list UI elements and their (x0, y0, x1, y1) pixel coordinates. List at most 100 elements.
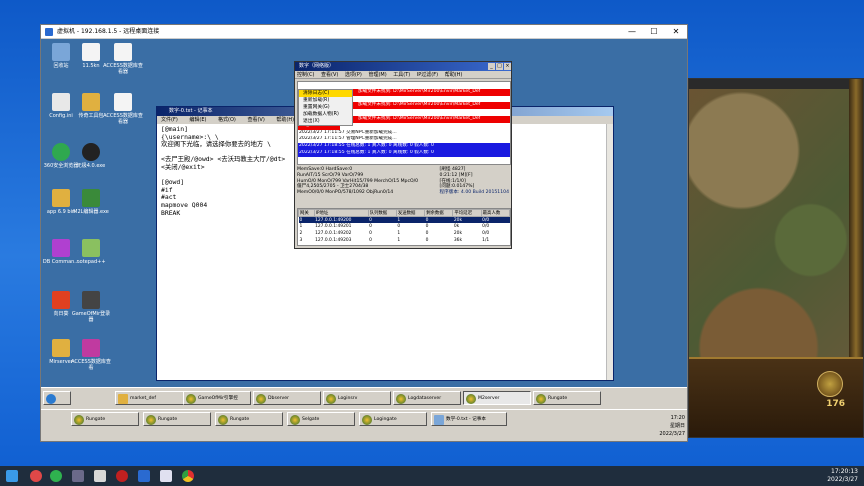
notepad-menu-help[interactable]: 帮助(H) (276, 117, 294, 123)
server-menu-ipfilter[interactable]: IP过滤(F) (417, 72, 438, 78)
app-icon (256, 394, 266, 404)
notepad-menu-edit[interactable]: 编辑(E) (189, 117, 206, 123)
server-title: 数字（网络版） (299, 63, 335, 69)
taskbar-btn-rungate-1[interactable]: Rungate (71, 412, 139, 426)
table-row[interactable]: 1 127.0.0.1:49201 0 0 0 0k 0/0 (299, 223, 510, 230)
server-menu-manage[interactable]: 管理(M) (368, 72, 386, 78)
col-header[interactable]: 网关 (298, 209, 315, 217)
server-menu-control[interactable]: 控制(C) (297, 72, 314, 78)
desktop-icon-access-viewer[interactable]: ACCESS数据库查看 (71, 339, 111, 371)
notepad-menu-format[interactable]: 格式(O) (218, 117, 236, 123)
app-icon (536, 394, 546, 404)
app-icon (186, 394, 196, 404)
menu-item-load-npc[interactable]: 加载数据人物(R) (299, 111, 352, 118)
server-maximize-button[interactable]: □ (496, 63, 503, 70)
desktop-icon-launcher[interactable]: GameOfMir登录器 (71, 291, 111, 323)
menu-item-clear-log[interactable]: 清除日志(C) (299, 90, 352, 97)
server-menu-options[interactable]: 选项(P) (345, 72, 362, 78)
app-icon[interactable] (160, 470, 172, 482)
close-button[interactable]: ✕ (665, 25, 687, 39)
record-icon[interactable] (116, 470, 128, 482)
dragon-icon (82, 291, 100, 309)
taskbar-btn-rungate-3[interactable]: Rungate (215, 412, 283, 426)
notepad-menu-view[interactable]: 查看(V) (247, 117, 264, 123)
gateway-table[interactable]: 网关 IP地址 队列数据 发送数据 剩余数据 平均延迟 最高人数 0 127.0.… (297, 208, 511, 246)
maximize-button[interactable]: ☐ (643, 25, 665, 39)
taskbar-btn-logdataserver[interactable]: Logdataserver (393, 391, 461, 405)
sunlogin-icon (52, 291, 70, 309)
access-viewer-icon (82, 339, 100, 357)
desktop-icon-access-2[interactable]: ACCESS数据库查看器 (103, 93, 143, 125)
notepad-menu-file[interactable]: 文件(F) (161, 117, 178, 123)
server-minimize-button[interactable]: _ (488, 63, 495, 70)
config-file-icon (52, 93, 70, 111)
taskbar-btn-loginsrv[interactable]: Loginsrv (323, 391, 391, 405)
desktop-icon-access[interactable]: ACCESS数据库查看器 (103, 43, 143, 75)
control-dropdown-menu: 清除日志(C) 重新加载(R) 重置网关(G) 加载数据人物(R) 退出(X) (298, 89, 353, 126)
app-icon[interactable] (72, 470, 84, 482)
game-server-window[interactable]: 数字（网络版） _ □ × 控制(C) 查看(V) 选项(P) 管理(M) 工具… (294, 61, 512, 249)
app-icon[interactable] (138, 470, 150, 482)
col-header[interactable]: IP地址 (313, 209, 369, 217)
table-row[interactable]: 2 127.0.0.1:49202 0 1 0 20k 0/0 (299, 230, 510, 237)
taskbar-btn-selgate[interactable]: Selgate (287, 412, 355, 426)
remote-tray-clock[interactable]: 17:20 星期日 2022/3/27 (659, 414, 685, 438)
notepad-scrollbar[interactable] (606, 124, 613, 380)
server-menu-view[interactable]: 查看(V) (321, 72, 338, 78)
table-row[interactable]: 0 127.0.0.1:49200 0 1 0 20k 0/0 (298, 216, 510, 224)
file-icon (82, 43, 100, 61)
log-line: 2022/3/27 17:11:57 管理NPC重新加载完成... (299, 136, 397, 142)
recycle-bin-icon (52, 43, 70, 61)
taskbar-btn-rungate-2[interactable]: Rungate (143, 412, 211, 426)
start-button[interactable] (43, 391, 71, 405)
windows-start-icon[interactable] (6, 470, 18, 482)
desktop-icon-m2l-editor[interactable]: M2L编辑器.exe (71, 189, 111, 215)
notepadpp-icon (82, 239, 100, 257)
rdp-title-text: 虚拟机 - 192.168.1.5 - 远程桌面连接 (57, 28, 160, 35)
server-menu-tools[interactable]: 工具(T) (393, 72, 410, 78)
server-menu-help[interactable]: 帮助(H) (445, 72, 463, 78)
desktop-icon-wuji[interactable]: 无极4.0.exe (71, 143, 111, 169)
taskbar-btn-engine-control[interactable]: GameOfMir引擎控 (183, 391, 251, 405)
game-client-window[interactable]: 176 (688, 78, 864, 438)
app-icon (466, 394, 476, 404)
game-hud (689, 357, 863, 437)
file-icon (114, 43, 132, 61)
database-icon (52, 239, 70, 257)
col-header[interactable]: 队列数据 (367, 209, 397, 217)
col-header[interactable]: 剩余数据 (424, 209, 454, 217)
wechat-icon[interactable] (50, 470, 62, 482)
app-icon[interactable] (30, 470, 42, 482)
app-icon[interactable] (94, 470, 106, 482)
folder-icon (52, 339, 70, 357)
col-header[interactable]: 最高人数 (480, 209, 511, 217)
browser-icon (52, 143, 70, 161)
menu-item-reset-gate[interactable]: 重置网关(G) (299, 104, 352, 111)
remote-desktop-window[interactable]: 虚拟机 - 192.168.1.5 - 远程桌面连接 — ☐ ✕ 回收站 11.… (40, 24, 688, 442)
remote-taskbar-bottom: Rungate Rungate Rungate Selgate Logingat… (41, 409, 687, 441)
log-line-status: 2022/3/27 17:18:55 在线总数: 1 真人数: 0 离线数: 0… (298, 149, 510, 157)
col-header[interactable]: 平均延迟 (452, 209, 482, 217)
folder-icon (118, 394, 128, 404)
taskbar-btn-notepad[interactable]: 数学-0.txt - 记事本 (431, 412, 507, 426)
app-icon (362, 415, 372, 425)
host-tray-clock[interactable]: 17:20:13 2022/3/27 (827, 468, 858, 484)
taskbar-btn-dbserver[interactable]: Dbserver (253, 391, 321, 405)
col-header[interactable]: 发送数据 (395, 209, 426, 217)
server-close-button[interactable]: × (504, 63, 511, 70)
game-orb-icon (817, 371, 843, 397)
table-row[interactable]: 3 127.0.0.1:49203 0 1 0 36k 1/1 (299, 237, 510, 244)
log-line-status: 2022/3/27 17:18:55 在线总数: 1 真人数: 0 离线数: 0… (298, 143, 510, 150)
server-titlebar[interactable]: 数字（网络版） _ □ × (295, 62, 511, 71)
rdp-titlebar[interactable]: 虚拟机 - 192.168.1.5 - 远程桌面连接 — ☐ ✕ (41, 25, 687, 39)
taskbar-btn-logingate[interactable]: Logingate (359, 412, 427, 426)
chrome-icon[interactable] (182, 470, 194, 482)
menu-item-reload[interactable]: 重新加载(R) (299, 97, 352, 104)
desktop-icon-notepadpp[interactable]: notepad++ (71, 239, 111, 265)
minimize-button[interactable]: — (621, 25, 643, 39)
server-menubar: 控制(C) 查看(V) 选项(P) 管理(M) 工具(T) IP过滤(F) 帮助… (295, 71, 511, 79)
taskbar-btn-rungate[interactable]: Rungate (533, 391, 601, 405)
taskbar-btn-m2server[interactable]: M2server (463, 391, 531, 405)
menu-item-exit[interactable]: 退出(X) (299, 118, 352, 125)
log-line: 2022/3/27 17:11:57 交易NPC重新加载完成... (299, 129, 397, 135)
